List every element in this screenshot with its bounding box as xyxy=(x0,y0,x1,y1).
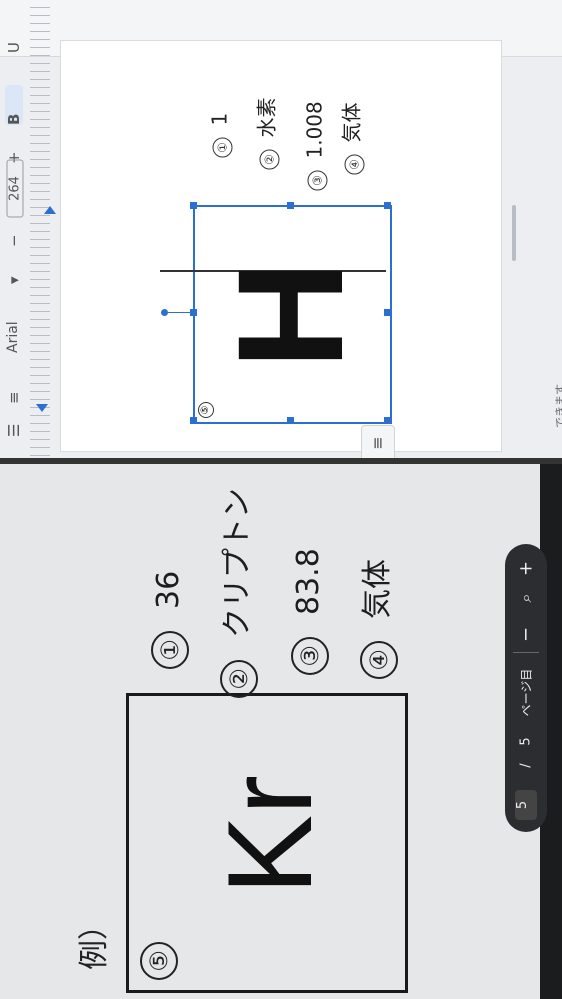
example-number: ⑤ xyxy=(140,940,180,980)
vertical-ruler xyxy=(30,0,50,460)
element-number-marker: ⑤ xyxy=(198,402,214,418)
list-item: ③ 83.8 xyxy=(291,535,329,675)
option-marker: ③ xyxy=(307,170,328,191)
option-marker: ② xyxy=(259,149,280,170)
list-item: ② 水素 xyxy=(251,50,280,170)
rotate-handle[interactable] xyxy=(161,309,168,316)
option-text: 気体 xyxy=(339,102,364,143)
editor-area: U I B + 264 − ▾ Arial ≡ ☰ ⑤ H ①1 ②水素 ③1.… xyxy=(0,0,562,460)
option-marker: ① xyxy=(151,631,189,669)
resize-handle[interactable] xyxy=(384,202,391,209)
option-marker: ④ xyxy=(344,154,365,175)
underline-button[interactable]: U xyxy=(5,13,23,53)
resize-handle[interactable] xyxy=(190,417,197,424)
resize-handle[interactable] xyxy=(190,309,197,316)
resize-handle[interactable] xyxy=(287,417,294,424)
indent-marker[interactable] xyxy=(44,206,56,214)
page-suffix-label: ページ目 xyxy=(519,668,534,717)
element-number: ⑤ xyxy=(193,396,215,418)
list-icon[interactable]: ☰ xyxy=(5,397,23,437)
italic-button[interactable]: I xyxy=(5,49,23,89)
list-item: ② クリプトン xyxy=(212,468,258,698)
example-symbol: Kr xyxy=(203,775,337,895)
option-text: 1 xyxy=(207,112,232,126)
option-text: 36 xyxy=(151,570,186,609)
list-item: ① 36 xyxy=(151,549,189,669)
font-size-increase[interactable]: + xyxy=(5,124,23,164)
option-text: 気体 xyxy=(360,559,395,619)
zoom-out-button[interactable]: − xyxy=(516,620,537,650)
toolbar-separator xyxy=(513,652,539,653)
option-marker: ① xyxy=(212,137,233,158)
font-family-select[interactable]: Arial xyxy=(5,283,21,353)
resize-handle[interactable] xyxy=(384,309,391,316)
example-heading: 例） xyxy=(77,910,112,970)
font-size-decrease[interactable]: − xyxy=(5,207,23,247)
resize-handle[interactable] xyxy=(190,202,197,209)
list-item: ①1 xyxy=(208,58,233,158)
chevron-down-icon[interactable]: ▾ xyxy=(5,244,23,284)
status-text: できます xyxy=(554,384,562,428)
option-text: 1.008 xyxy=(302,101,327,159)
page-zoom-toolbar: + ⌕ − ページ目 5 / 5 xyxy=(505,544,547,832)
resize-handle[interactable] xyxy=(384,417,391,424)
resize-handle[interactable] xyxy=(287,202,294,209)
list-item: ④ 気体 xyxy=(336,55,365,175)
option-text: 水素 xyxy=(254,97,279,138)
option-text: 83.8 xyxy=(291,548,326,615)
format-panel-toggle[interactable]: ≡ xyxy=(361,425,395,460)
page-current-field[interactable]: 5 xyxy=(515,790,537,820)
zoom-in-button[interactable]: + xyxy=(516,554,537,584)
bold-button[interactable]: B xyxy=(5,85,23,125)
scrollbar-thumb[interactable] xyxy=(512,205,516,261)
option-marker: ④ xyxy=(360,641,398,679)
magnifier-icon[interactable]: ⌕ xyxy=(516,583,536,613)
option-text: クリプトン xyxy=(220,488,255,638)
rotate-handle-line xyxy=(166,312,190,313)
example-number-marker: ⑤ xyxy=(140,942,178,980)
option-marker: ③ xyxy=(291,637,329,675)
element-symbol: H xyxy=(206,260,374,370)
page-separator: / xyxy=(518,763,534,768)
indent-marker[interactable] xyxy=(36,404,48,412)
list-item: ③ 1.008 xyxy=(303,51,328,191)
option-marker: ② xyxy=(220,660,258,698)
list-item: ④ 気体 xyxy=(352,539,398,679)
